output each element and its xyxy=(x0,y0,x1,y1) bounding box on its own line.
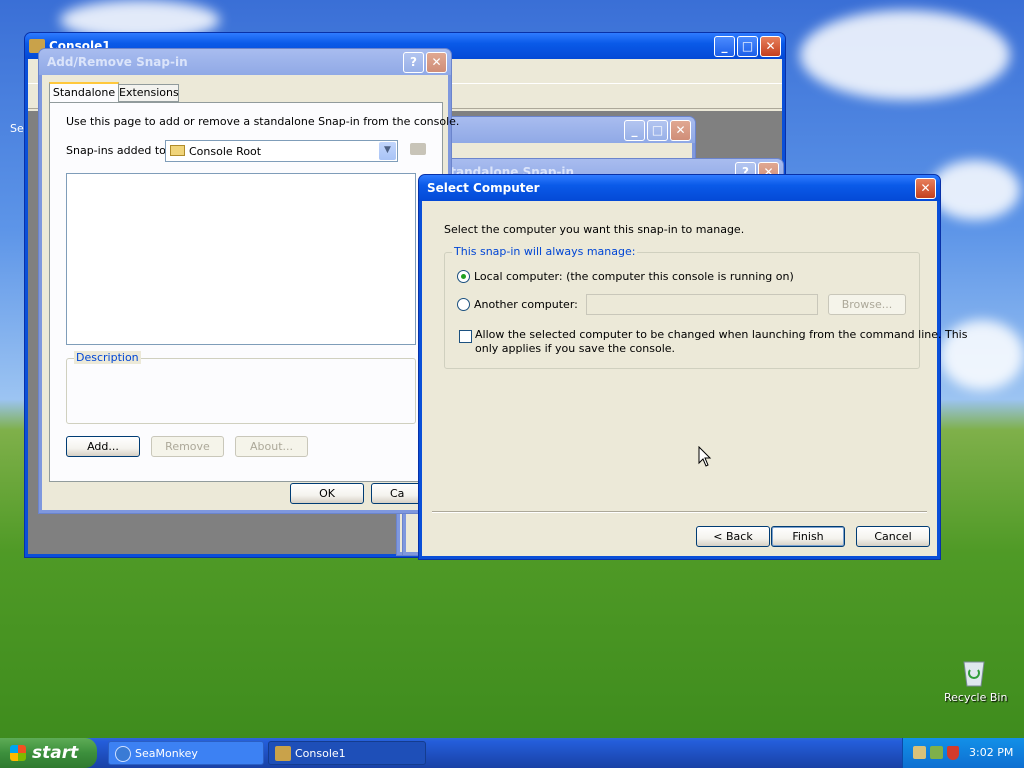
back-button[interactable]: < Back xyxy=(696,526,770,547)
close-icon[interactable]: ✕ xyxy=(760,35,781,57)
add-remove-title: Add/Remove Snap-in xyxy=(47,55,188,69)
select-computer-title: Select Computer xyxy=(427,181,540,195)
folder-up-icon[interactable] xyxy=(410,143,426,155)
taskbar-item-label: SeaMonkey xyxy=(135,747,198,760)
minimize-icon[interactable]: _ xyxy=(624,119,645,141)
taskbar: start SeaMonkey Console1 3:02 PM xyxy=(0,738,1024,768)
instruction-text: Use this page to add or remove a standal… xyxy=(66,115,460,128)
add-button[interactable]: Add... xyxy=(66,436,140,457)
recycle-bin-label: Recycle Bin xyxy=(944,691,1008,704)
security-shield-icon[interactable] xyxy=(947,746,959,760)
help-icon[interactable]: ? xyxy=(403,51,424,73)
snapins-list[interactable] xyxy=(66,173,416,345)
start-label: start xyxy=(32,743,79,763)
cloud xyxy=(930,160,1020,220)
local-computer-label[interactable]: Local computer: (the computer this conso… xyxy=(474,270,794,283)
select-computer-client: Select the computer you want this snap-i… xyxy=(422,201,967,556)
snapins-dropdown[interactable]: Console Root ▼ xyxy=(165,140,398,162)
desktop-partial-label: Se xyxy=(10,122,24,135)
remove-button[interactable]: Remove xyxy=(151,436,224,457)
select-prompt: Select the computer you want this snap-i… xyxy=(444,223,745,236)
another-computer-radio[interactable] xyxy=(457,298,470,311)
select-computer-dialog[interactable]: Select Computer ✕ Select the computer yo… xyxy=(418,174,967,560)
description-label: Description xyxy=(74,351,141,364)
wizard-separator xyxy=(432,511,927,513)
close-icon[interactable]: ✕ xyxy=(915,177,936,199)
manage-group: This snap-in will always manage: Local c… xyxy=(444,245,967,369)
local-computer-radio[interactable] xyxy=(457,270,470,283)
tab-extensions[interactable]: Extensions xyxy=(118,84,179,102)
recycle-bin-shortcut[interactable]: Recycle Bin xyxy=(944,656,1008,712)
allow-change-checkbox[interactable] xyxy=(459,330,472,343)
manage-group-label: This snap-in will always manage: xyxy=(452,245,638,258)
another-computer-label[interactable]: Another computer: xyxy=(474,298,578,311)
tab-panel: Use this page to add or remove a standal… xyxy=(49,102,459,482)
taskbar-item-label: Console1 xyxy=(295,747,346,760)
system-tray: 3:02 PM xyxy=(902,738,1024,768)
taskbar-item-console1[interactable]: Console1 xyxy=(268,741,426,765)
maximize-icon[interactable]: □ xyxy=(647,119,668,141)
browse-button[interactable]: Browse... xyxy=(828,294,906,315)
snapins-added-label: Snap-ins added to: xyxy=(66,144,170,157)
console-app-icon xyxy=(275,746,291,761)
ok-button[interactable]: OK xyxy=(290,483,364,504)
mouse-cursor-icon xyxy=(698,446,712,467)
network-icon[interactable] xyxy=(913,746,926,759)
chevron-down-icon[interactable]: ▼ xyxy=(379,142,396,160)
allow-change-label-line2[interactable]: only applies if you save the console. xyxy=(475,342,675,355)
start-button[interactable]: start xyxy=(0,738,97,768)
cloud xyxy=(800,10,1010,100)
minimize-icon[interactable]: _ xyxy=(714,35,735,57)
snapins-dropdown-value: Console Root xyxy=(189,145,262,158)
clock[interactable]: 3:02 PM xyxy=(969,746,1013,759)
about-button[interactable]: About... xyxy=(235,436,308,457)
add-remove-titlebar[interactable]: Add/Remove Snap-in ? ✕ xyxy=(39,49,451,75)
add-remove-client: Standalone Extensions Use this page to a… xyxy=(42,75,459,510)
recycle-bin-icon xyxy=(963,661,985,687)
tab-standalone[interactable]: Standalone xyxy=(49,82,119,102)
cancel-button[interactable]: Cancel xyxy=(856,526,930,547)
finish-button[interactable]: Finish xyxy=(771,526,845,547)
seamonkey-icon xyxy=(115,746,131,762)
select-computer-titlebar[interactable]: Select Computer ✕ xyxy=(419,175,940,201)
another-computer-input[interactable] xyxy=(586,294,818,315)
safely-remove-icon[interactable] xyxy=(930,746,943,759)
allow-change-label-line1[interactable]: Allow the selected computer to be change… xyxy=(475,328,967,341)
maximize-icon[interactable]: □ xyxy=(737,35,758,57)
windows-logo-icon xyxy=(10,745,26,761)
add-remove-dialog[interactable]: Add/Remove Snap-in ? ✕ Standalone Extens… xyxy=(38,48,459,514)
close-icon[interactable]: ✕ xyxy=(670,119,691,141)
taskbar-item-seamonkey[interactable]: SeaMonkey xyxy=(108,741,264,765)
folder-icon xyxy=(170,145,185,156)
description-group: Description xyxy=(66,351,416,424)
close-icon[interactable]: ✕ xyxy=(426,51,447,73)
